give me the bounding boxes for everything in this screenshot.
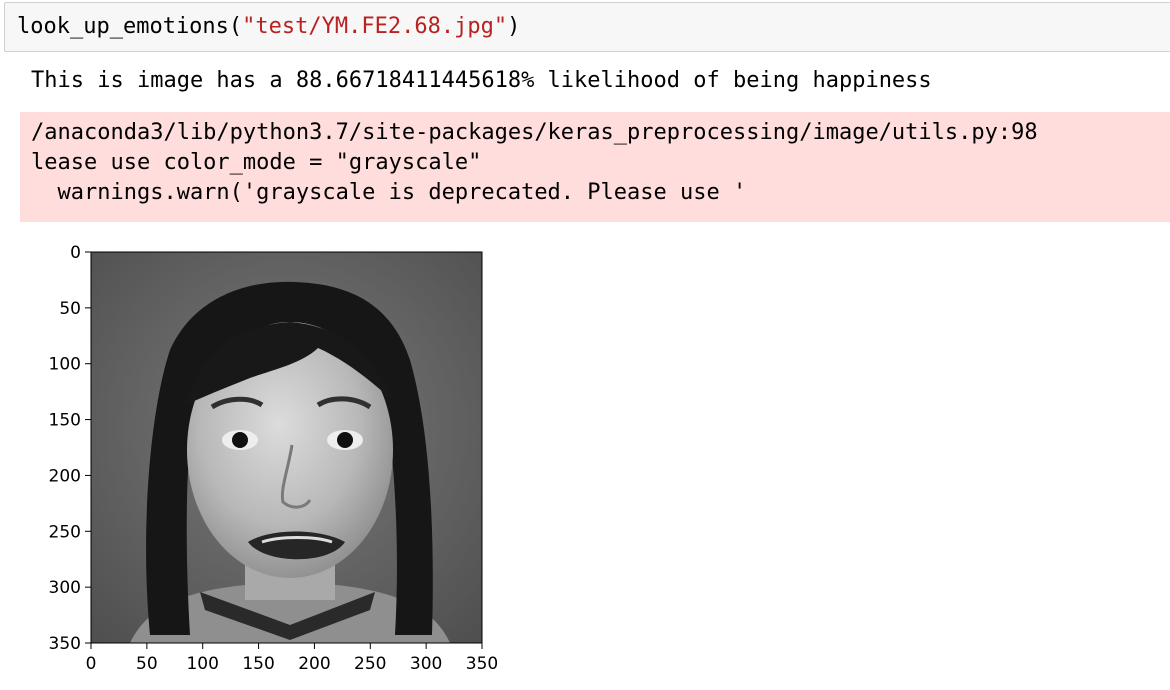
stderr-line: /anaconda3/lib/python3.7/site-packages/k…: [31, 120, 1038, 145]
code-input-cell[interactable]: look_up_emotions("test/YM.FE2.68.jpg"): [4, 2, 1170, 52]
stderr-line: lease use color_mode = "grayscale": [31, 150, 482, 175]
plot-svg: 0 50 100 150 200 250 300 350 0 50 100 150 200 250 300…: [49, 243, 499, 674]
y-tick-label: 250: [49, 522, 81, 542]
function-call: look_up_emotions(: [17, 14, 243, 39]
stderr-output: /anaconda3/lib/python3.7/site-packages/k…: [20, 112, 1170, 222]
x-tick-label: 50: [136, 654, 158, 674]
x-tick-label: 300: [410, 654, 442, 674]
stdout-output: This is image has a 88.66718411445618% l…: [31, 68, 932, 93]
x-tick-label: 350: [466, 654, 498, 674]
x-axis: 0 50 100 150 200 250 300 350: [86, 643, 498, 674]
portrait-image: [91, 252, 482, 643]
y-tick-label: 300: [49, 578, 81, 598]
x-tick-label: 100: [186, 654, 218, 674]
y-tick-label: 150: [49, 411, 81, 431]
stderr-line: warnings.warn('grayscale is deprecated. …: [31, 180, 747, 205]
x-tick-label: 0: [86, 654, 97, 674]
image-plot: 0 50 100 150 200 250 300 350 0 50 100 150 200 250 300…: [0, 230, 520, 686]
code-line[interactable]: look_up_emotions("test/YM.FE2.68.jpg"): [17, 13, 520, 41]
x-tick-label: 200: [298, 654, 330, 674]
y-axis: 0 50 100 150 200 250 300 350: [49, 243, 91, 654]
x-tick-label: 250: [354, 654, 386, 674]
y-tick-label: 200: [49, 466, 81, 486]
x-tick-label: 150: [242, 654, 274, 674]
close-paren: ): [507, 14, 521, 39]
string-argument: "test/YM.FE2.68.jpg": [242, 14, 508, 39]
y-tick-label: 100: [49, 355, 81, 375]
y-tick-label: 350: [49, 634, 81, 654]
y-tick-label: 0: [70, 243, 81, 263]
y-tick-label: 50: [59, 299, 81, 319]
